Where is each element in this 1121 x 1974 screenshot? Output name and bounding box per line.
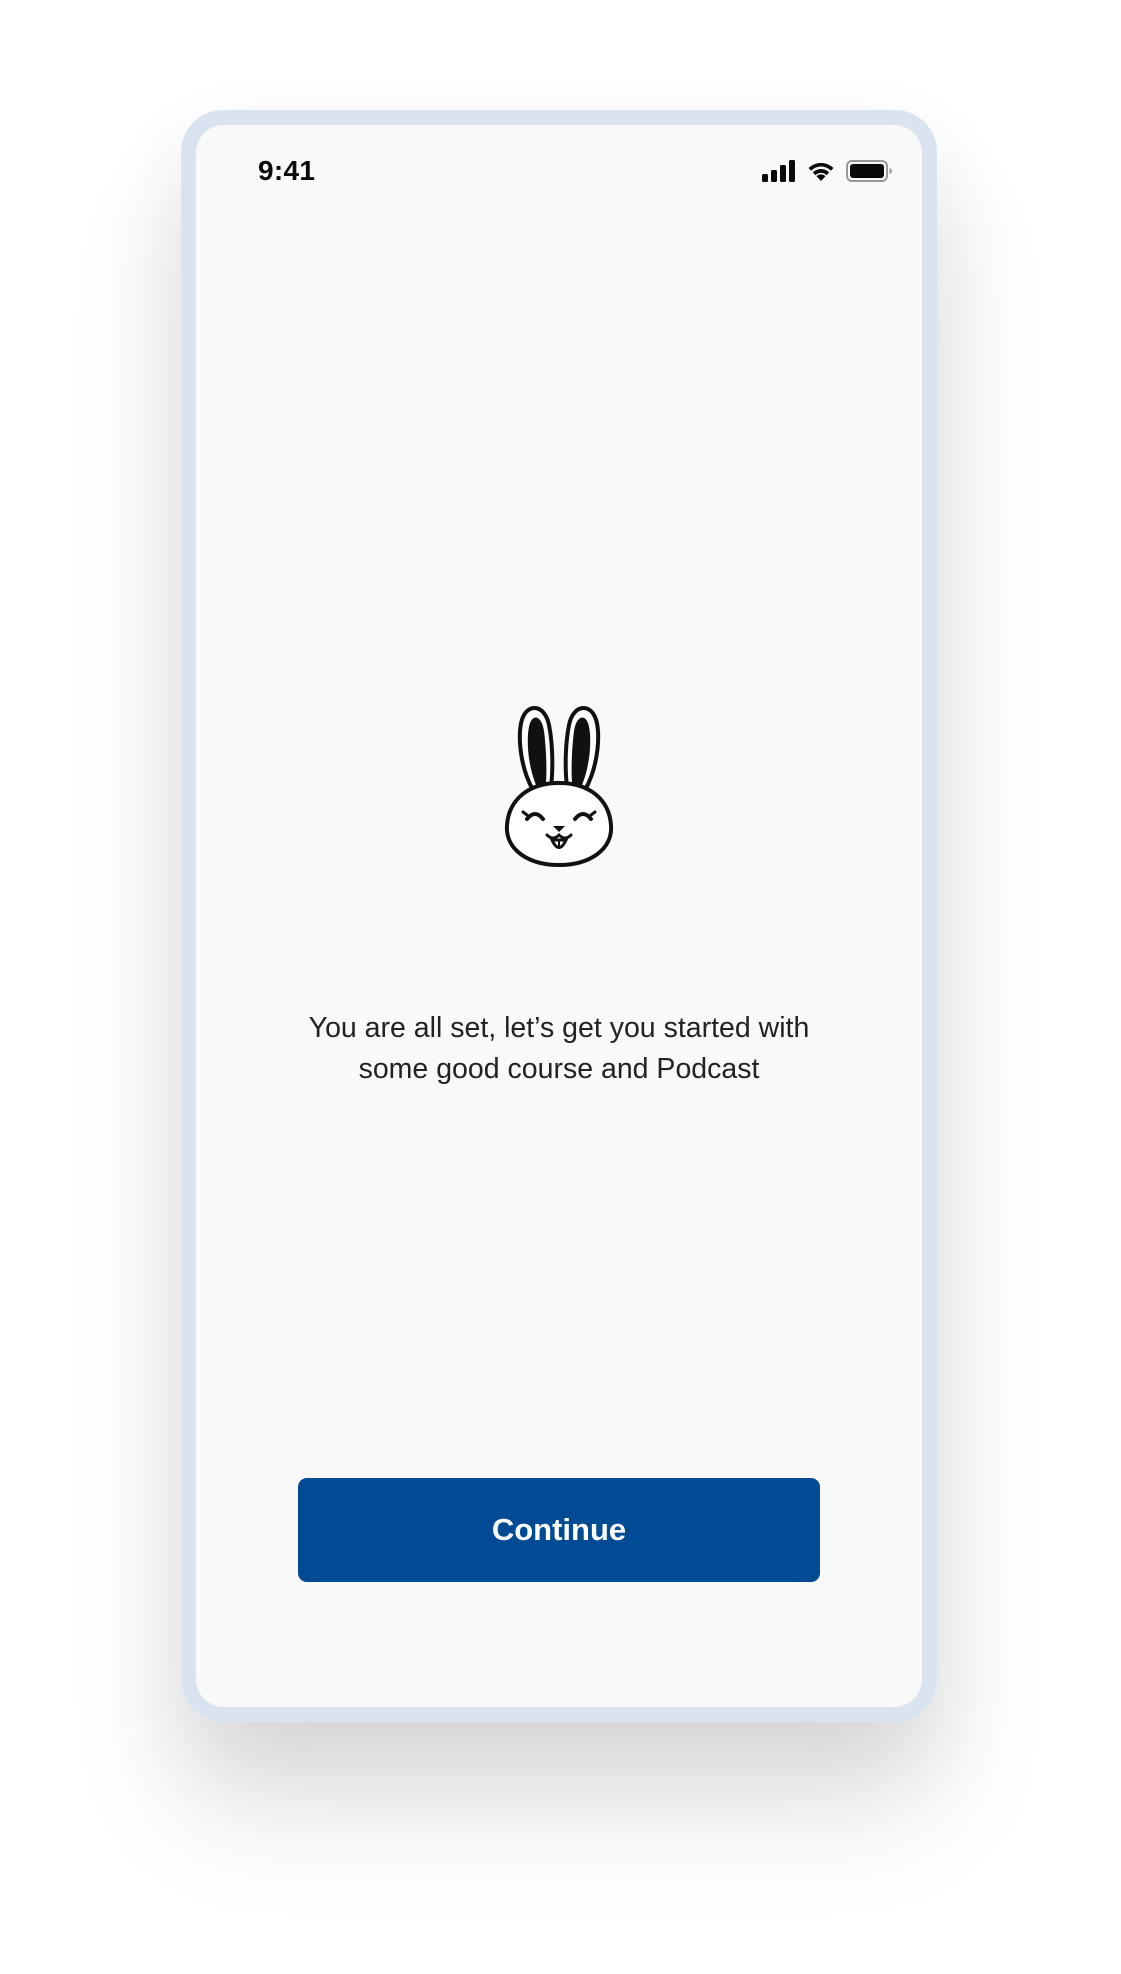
message-line-2: some good course and Podcast [358,1053,760,1085]
message-line-1: You are all set, let’s get you started w… [308,1012,810,1044]
status-icons [762,159,892,183]
cellular-signal-icon [762,160,796,182]
page: 9:41 You are all set, let’s get you star… [0,0,1121,1974]
continue-button[interactable]: Continue [298,1478,820,1582]
wifi-icon [806,160,836,182]
status-time: 9:41 [258,155,316,186]
completion-message: You are all set, let’s get you started w… [236,1008,882,1090]
mascot [196,695,922,875]
phone-screen: 9:41 You are all set, let’s get you star… [196,125,922,1707]
battery-icon [846,160,892,182]
rabbit-icon [489,695,629,875]
phone-frame: 9:41 You are all set, let’s get you star… [181,110,937,1722]
status-bar: 9:41 [196,125,922,215]
